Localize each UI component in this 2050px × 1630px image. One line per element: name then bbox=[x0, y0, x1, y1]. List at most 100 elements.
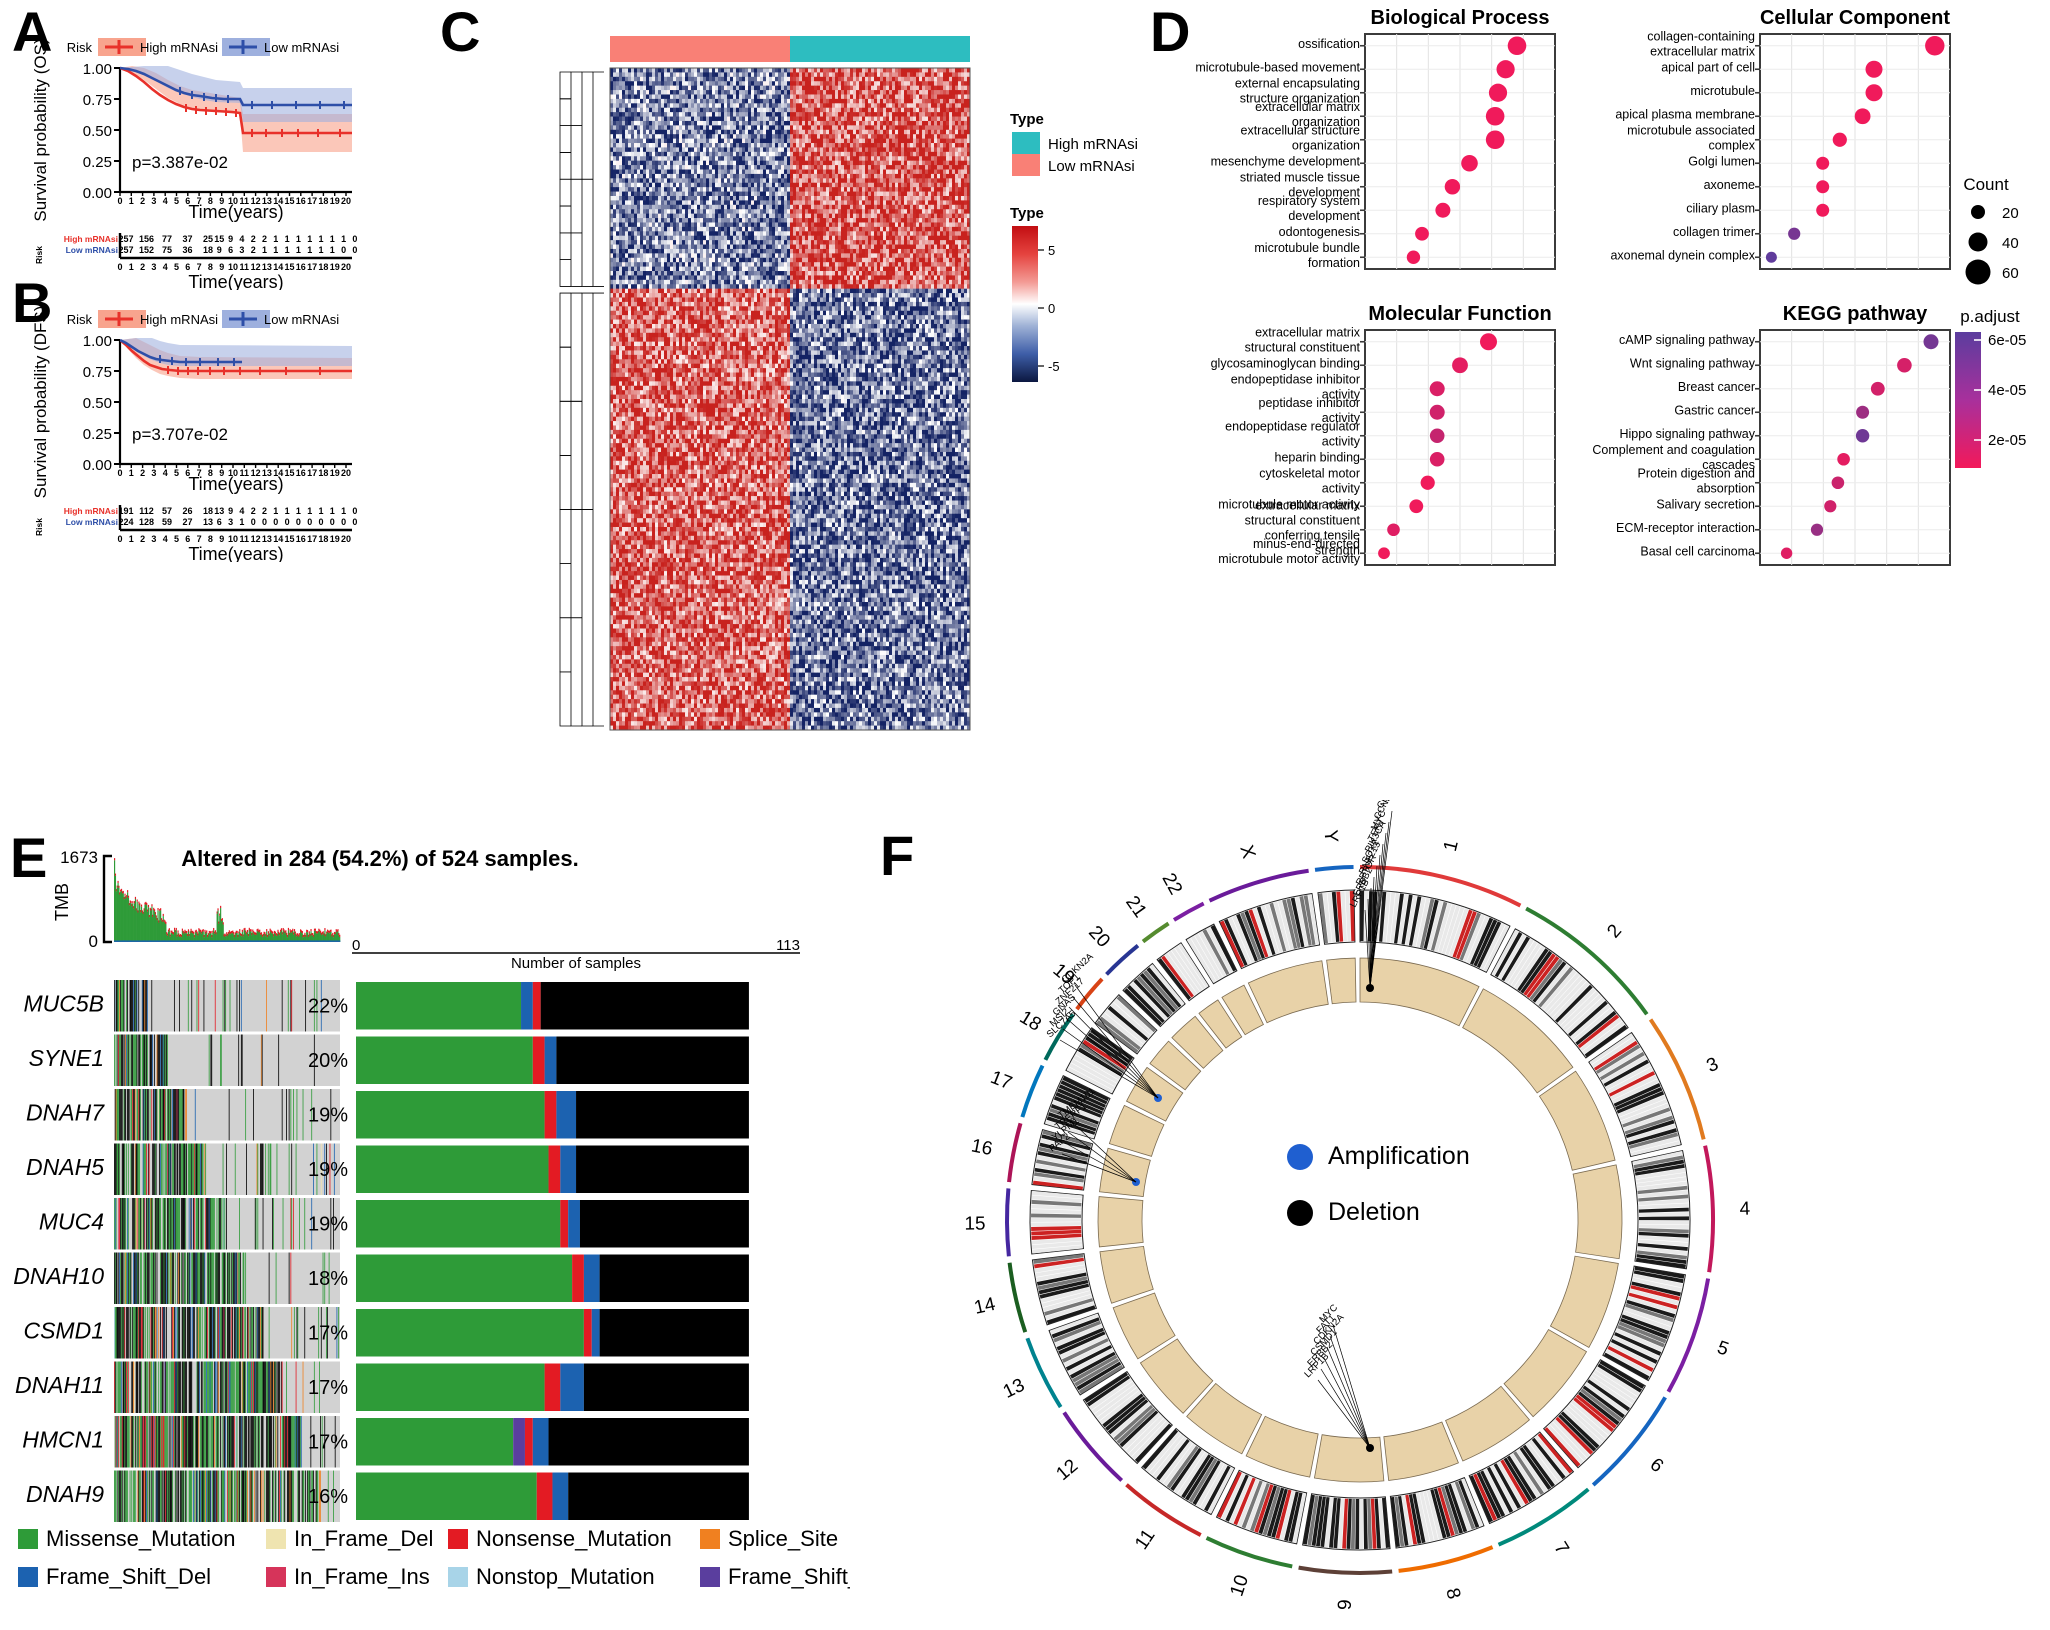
panel-d-svg: Biological Processossificationmicrotubul… bbox=[1150, 0, 2050, 600]
svg-text:1: 1 bbox=[318, 245, 323, 255]
svg-text:0: 0 bbox=[352, 245, 357, 255]
svg-text:0: 0 bbox=[273, 517, 278, 527]
svg-text:2: 2 bbox=[140, 262, 145, 272]
svg-text:Risk: Risk bbox=[34, 518, 44, 536]
svg-text:9: 9 bbox=[217, 245, 222, 255]
svg-text:0: 0 bbox=[307, 517, 312, 527]
svg-text:3: 3 bbox=[228, 517, 233, 527]
svg-text:3: 3 bbox=[151, 262, 156, 272]
svg-text:Time(years): Time(years) bbox=[188, 202, 283, 222]
svg-text:57: 57 bbox=[162, 506, 172, 516]
svg-text:0: 0 bbox=[330, 517, 335, 527]
svg-text:1: 1 bbox=[307, 506, 312, 516]
svg-text:1: 1 bbox=[273, 245, 278, 255]
svg-text:Time(years): Time(years) bbox=[188, 544, 283, 562]
svg-text:257: 257 bbox=[118, 245, 133, 255]
panel-c-legend: Type High mRNAsi Low mRNAsi Type 50-5 bbox=[1010, 110, 1150, 400]
svg-text:10: 10 bbox=[228, 262, 238, 272]
svg-text:2: 2 bbox=[251, 234, 256, 244]
svg-text:15: 15 bbox=[284, 196, 294, 206]
svg-text:26: 26 bbox=[182, 506, 192, 516]
svg-text:1: 1 bbox=[273, 506, 278, 516]
svg-text:8: 8 bbox=[208, 262, 213, 272]
svg-text:1: 1 bbox=[285, 506, 290, 516]
svg-text:High mRNAsi: High mRNAsi bbox=[64, 234, 118, 244]
svg-text:0: 0 bbox=[341, 245, 346, 255]
svg-text:19: 19 bbox=[330, 196, 340, 206]
svg-text:3: 3 bbox=[151, 196, 156, 206]
svg-text:13: 13 bbox=[203, 517, 213, 527]
svg-text:Low mRNAsi: Low mRNAsi bbox=[66, 517, 118, 527]
svg-text:1: 1 bbox=[330, 234, 335, 244]
svg-text:1: 1 bbox=[341, 234, 346, 244]
svg-text:19: 19 bbox=[330, 262, 340, 272]
svg-text:17: 17 bbox=[307, 196, 317, 206]
svg-text:18: 18 bbox=[318, 534, 328, 544]
svg-text:3: 3 bbox=[151, 468, 156, 478]
svg-text:6: 6 bbox=[228, 245, 233, 255]
colgroup-high bbox=[790, 36, 970, 62]
svg-text:7: 7 bbox=[197, 534, 202, 544]
svg-text:5: 5 bbox=[174, 196, 179, 206]
svg-text:37: 37 bbox=[182, 234, 192, 244]
svg-text:0: 0 bbox=[117, 196, 122, 206]
svg-text:18: 18 bbox=[318, 468, 328, 478]
svg-text:High mRNAsi: High mRNAsi bbox=[140, 312, 218, 327]
panel-d: Biological Processossificationmicrotubul… bbox=[1150, 0, 2050, 600]
svg-text:156: 156 bbox=[139, 234, 154, 244]
svg-text:16: 16 bbox=[296, 468, 306, 478]
svg-text:0: 0 bbox=[117, 468, 122, 478]
svg-text:Survival probability (OS): Survival probability (OS) bbox=[31, 38, 50, 221]
svg-text:4: 4 bbox=[239, 506, 244, 516]
svg-text:2: 2 bbox=[262, 506, 267, 516]
svg-text:16: 16 bbox=[296, 262, 306, 272]
panel-c-legend-svg: Type High mRNAsi Low mRNAsi Type 50-5 bbox=[1010, 110, 1150, 400]
svg-text:1: 1 bbox=[296, 506, 301, 516]
svg-text:15: 15 bbox=[284, 534, 294, 544]
svg-text:0: 0 bbox=[285, 517, 290, 527]
svg-text:0: 0 bbox=[117, 534, 122, 544]
svg-text:0.75: 0.75 bbox=[83, 92, 112, 109]
svg-text:1: 1 bbox=[129, 196, 134, 206]
svg-text:2: 2 bbox=[262, 234, 267, 244]
panel-e-legend: Missense_MutationIn_Frame_DelNonsense_Mu… bbox=[18, 1526, 850, 1589]
svg-text:4: 4 bbox=[239, 234, 244, 244]
svg-text:Time(years): Time(years) bbox=[188, 474, 283, 494]
panel-b-risk-table: Risk High mRNAsi Low mRNAsi 191112572618… bbox=[0, 500, 360, 562]
svg-text:18: 18 bbox=[318, 262, 328, 272]
svg-text:0: 0 bbox=[341, 517, 346, 527]
svg-text:Low mRNAsi: Low mRNAsi bbox=[66, 245, 118, 255]
svg-text:14: 14 bbox=[273, 262, 283, 272]
svg-text:13: 13 bbox=[262, 534, 272, 544]
svg-text:9: 9 bbox=[228, 506, 233, 516]
svg-text:1: 1 bbox=[262, 245, 267, 255]
svg-text:4: 4 bbox=[163, 468, 168, 478]
svg-text:0: 0 bbox=[352, 234, 357, 244]
svg-text:1: 1 bbox=[330, 245, 335, 255]
svg-text:8: 8 bbox=[208, 534, 213, 544]
svg-text:20: 20 bbox=[341, 262, 351, 272]
panel-c-letter: C bbox=[440, 4, 480, 60]
svg-text:Low mRNAsi: Low mRNAsi bbox=[264, 312, 339, 327]
svg-text:Low mRNAsi: Low mRNAsi bbox=[264, 40, 339, 55]
svg-text:0.75: 0.75 bbox=[83, 364, 112, 381]
svg-text:14: 14 bbox=[273, 534, 283, 544]
svg-text:9: 9 bbox=[219, 262, 224, 272]
svg-text:224: 224 bbox=[118, 517, 133, 527]
colgroup-low bbox=[610, 36, 790, 62]
svg-text:0.50: 0.50 bbox=[83, 123, 112, 140]
svg-text:1: 1 bbox=[307, 245, 312, 255]
svg-text:5: 5 bbox=[174, 468, 179, 478]
svg-text:11: 11 bbox=[240, 534, 250, 544]
svg-text:128: 128 bbox=[139, 517, 154, 527]
svg-text:36: 36 bbox=[182, 245, 192, 255]
svg-text:0.25: 0.25 bbox=[83, 154, 112, 171]
svg-text:4: 4 bbox=[163, 196, 168, 206]
svg-text:Risk: Risk bbox=[67, 40, 93, 55]
panel-b-risk-svg: Risk High mRNAsi Low mRNAsi 191112572618… bbox=[0, 500, 360, 562]
svg-text:p=3.387e-02: p=3.387e-02 bbox=[132, 153, 228, 172]
svg-text:6: 6 bbox=[185, 262, 190, 272]
svg-text:1: 1 bbox=[318, 506, 323, 516]
svg-text:1.00: 1.00 bbox=[83, 333, 112, 350]
svg-text:3: 3 bbox=[239, 245, 244, 255]
